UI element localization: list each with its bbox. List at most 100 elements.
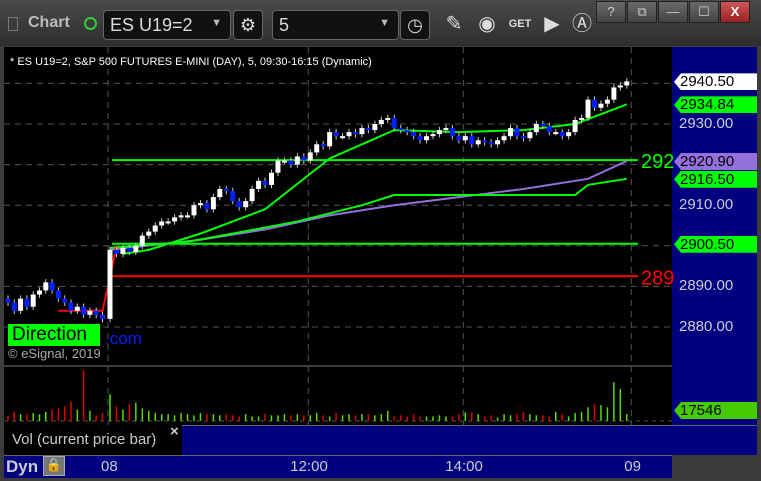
candle xyxy=(340,136,346,139)
candle xyxy=(185,215,191,218)
candle xyxy=(559,132,565,137)
candle xyxy=(482,140,488,143)
candle xyxy=(385,117,391,120)
candle xyxy=(462,136,468,141)
price-tick-label: 2910.00 xyxy=(679,196,734,214)
time-tick-label: 12:00 xyxy=(290,458,328,475)
candle xyxy=(249,188,255,202)
candle xyxy=(475,140,481,145)
candle xyxy=(546,126,552,133)
candle xyxy=(398,128,404,131)
price-tag: 2920.90 xyxy=(674,152,757,170)
candle xyxy=(178,215,184,218)
candle xyxy=(527,132,533,139)
candle xyxy=(572,119,578,133)
candle xyxy=(24,298,30,307)
candle xyxy=(456,136,462,141)
candle xyxy=(93,310,99,315)
candle xyxy=(579,117,585,120)
candle xyxy=(11,302,17,311)
candle xyxy=(210,197,216,210)
candle xyxy=(359,128,365,135)
candle xyxy=(533,124,539,133)
candle xyxy=(191,205,197,216)
candle xyxy=(592,99,597,108)
price-tag: 2900.50 xyxy=(674,235,757,253)
candle xyxy=(159,221,165,226)
price-tick-label: 2930.00 xyxy=(679,115,734,132)
candle xyxy=(598,103,604,108)
candle xyxy=(469,136,475,145)
candle xyxy=(37,290,42,295)
candle xyxy=(314,144,320,153)
candle xyxy=(617,85,623,88)
time-tick-label: 08 xyxy=(101,458,118,475)
candle xyxy=(275,160,281,173)
candle xyxy=(404,130,410,133)
candle xyxy=(378,119,384,124)
candle xyxy=(514,128,520,137)
candle xyxy=(585,99,591,118)
candle xyxy=(365,128,371,131)
candle xyxy=(43,282,49,291)
candle xyxy=(424,136,430,141)
candle xyxy=(230,190,236,202)
candle xyxy=(204,203,210,210)
candle xyxy=(55,290,61,299)
candle xyxy=(269,172,274,185)
volume-tag: 17546 xyxy=(674,402,757,419)
candle xyxy=(327,132,333,147)
level-label: 292 xyxy=(641,151,674,173)
candle xyxy=(611,87,617,100)
candle xyxy=(120,247,126,254)
candle xyxy=(5,298,11,303)
price-tick-label: 2880.00 xyxy=(679,318,734,335)
price-tag: 2934.84 xyxy=(674,96,757,114)
candle xyxy=(391,117,397,129)
candle xyxy=(107,249,113,319)
level-label: 289 xyxy=(641,267,674,289)
watermark-suffix: .com xyxy=(105,329,142,348)
candle xyxy=(243,201,249,208)
candle xyxy=(133,245,139,252)
candle xyxy=(352,132,358,135)
candle xyxy=(152,225,158,232)
candle xyxy=(49,282,55,291)
candle xyxy=(624,81,630,86)
chart-svg: 292 289 xyxy=(4,47,674,425)
candle xyxy=(520,136,526,139)
copyright: © eSignal, 2019 xyxy=(8,346,101,361)
candle xyxy=(113,249,119,254)
candle xyxy=(436,130,442,135)
candle xyxy=(223,188,229,191)
candle xyxy=(30,294,36,307)
watermark-logo: Direction xyxy=(8,324,100,346)
candle xyxy=(236,201,242,208)
candle xyxy=(430,134,436,137)
candle xyxy=(346,132,352,137)
candle xyxy=(417,136,423,141)
candle xyxy=(197,203,203,206)
candle xyxy=(68,302,74,311)
candle xyxy=(604,99,610,104)
candle xyxy=(501,136,507,141)
candle xyxy=(540,124,546,127)
candle xyxy=(217,188,223,198)
candle xyxy=(281,160,287,163)
candle xyxy=(74,306,80,311)
candle xyxy=(372,124,378,131)
candle xyxy=(18,298,24,311)
candle xyxy=(294,156,300,165)
candle xyxy=(553,132,559,135)
candle xyxy=(146,231,152,236)
candle xyxy=(307,152,313,161)
candle xyxy=(443,128,449,131)
candle xyxy=(262,180,268,185)
price-tag: 2916.50 xyxy=(674,170,757,188)
candle xyxy=(566,132,572,137)
candle xyxy=(301,156,307,161)
candle xyxy=(333,132,339,137)
candle xyxy=(165,221,171,224)
candle xyxy=(100,314,105,319)
candle xyxy=(126,247,132,252)
